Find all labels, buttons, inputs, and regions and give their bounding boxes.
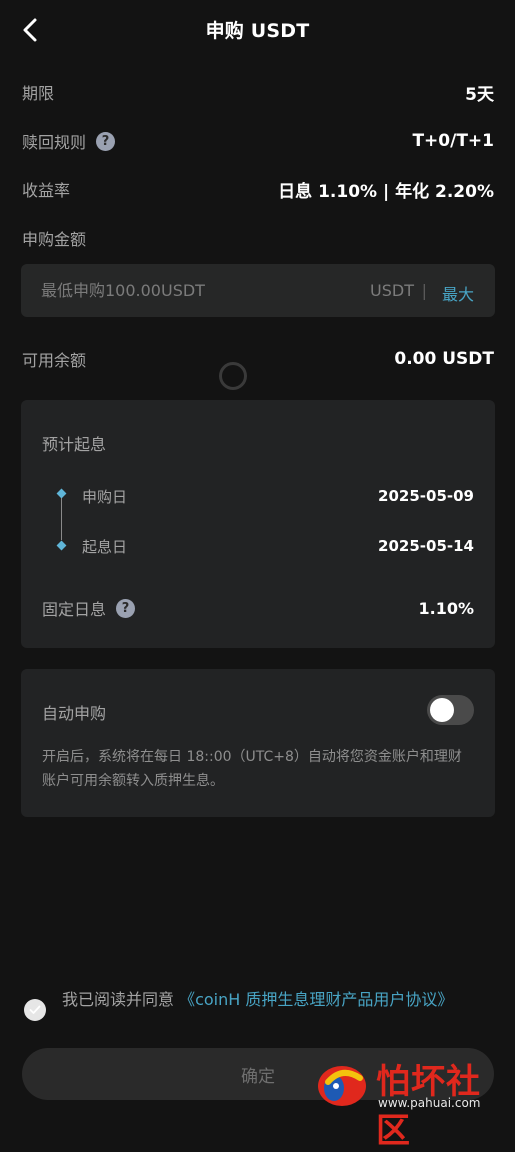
fixed-rate-row: 固定日息 ? 1.10% [42,595,474,621]
amount-input-box: USDT | 最大 [21,264,495,317]
agreement-link[interactable]: 《coinH 质押生息理财产品用户协议》 [179,990,453,1009]
amount-input[interactable] [41,264,341,317]
amount-label-row: 申购金额 [22,224,494,252]
watermark: 怕坏社区 www.pahuai.com [312,1052,512,1151]
redeem-label-wrap: 赎回规则 ? [22,129,116,153]
page-title: 申购 USDT [205,20,310,42]
fixed-rate-value: 1.10% [418,598,474,618]
watermark-url: www.pahuai.com [378,1096,481,1110]
term-label: 期限 [22,84,55,103]
amount-separator: | [421,281,427,300]
amount-unit: USDT [370,281,414,300]
question-icon[interactable]: ? [116,598,136,618]
auto-subscribe-title: 自动申购 [42,704,107,723]
auto-subscribe-description: 开启后，系统将在每日 18::00（UTC+8）自动将您资金账户和理财账户可用余… [42,749,462,789]
redeem-label: 赎回规则 [22,133,87,152]
redeem-row: 赎回规则 ? T+0/T+1 [22,127,494,155]
agreement-text: 我已阅读并同意 《coinH 质押生息理财产品用户协议》 [62,988,492,1012]
term-value: 5天 [465,84,494,105]
term-row: 期限 5天 [22,78,494,106]
start-date-row: 申购日 2025-05-09 [82,485,474,507]
question-icon[interactable]: ? [96,131,116,151]
fixed-rate-label: 固定日息 [42,600,107,619]
accrue-date-label: 起息日 [82,537,128,556]
accrue-date-row: 起息日 2025-05-14 [82,535,474,557]
balance-label: 可用余额 [22,351,87,370]
check-icon [29,1005,41,1014]
yield-label: 收益率 [22,181,71,200]
start-date-label: 申购日 [82,487,128,506]
watermark-logo-icon [318,1066,366,1106]
timeline-dot-icon [56,488,67,499]
interest-card-title: 预计起息 [42,435,107,454]
timeline-dot-icon [56,540,67,551]
auto-subscribe-toggle[interactable] [427,695,474,725]
interest-card: 预计起息 申购日 2025-05-09 起息日 2025-05-14 固定日息 … [21,400,495,648]
timeline-line [61,498,62,540]
loading-spinner-icon [219,362,247,390]
accrue-date-value: 2025-05-14 [378,537,474,555]
auto-subscribe-card: 自动申购 开启后，系统将在每日 18::00（UTC+8）自动将您资金账户和理财… [21,669,495,817]
redeem-value: T+0/T+1 [412,131,494,151]
fixed-rate-label-wrap: 固定日息 ? [42,596,136,620]
timeline [56,488,67,551]
max-button[interactable]: 最大 [442,281,474,305]
agreement-checkbox[interactable] [24,999,46,1021]
yield-value: 日息 1.10% | 年化 2.20% [278,181,494,202]
header: 申购 USDT [0,0,515,60]
start-date-value: 2025-05-09 [378,487,474,505]
toggle-knob [430,698,454,722]
yield-row: 收益率 日息 1.10% | 年化 2.20% [22,175,494,203]
amount-label: 申购金额 [22,230,87,249]
balance-value: 0.00 USDT [394,349,494,369]
balance-row: 可用余额 0.00 USDT [22,345,494,373]
agreement-prefix: 我已阅读并同意 [62,990,180,1009]
